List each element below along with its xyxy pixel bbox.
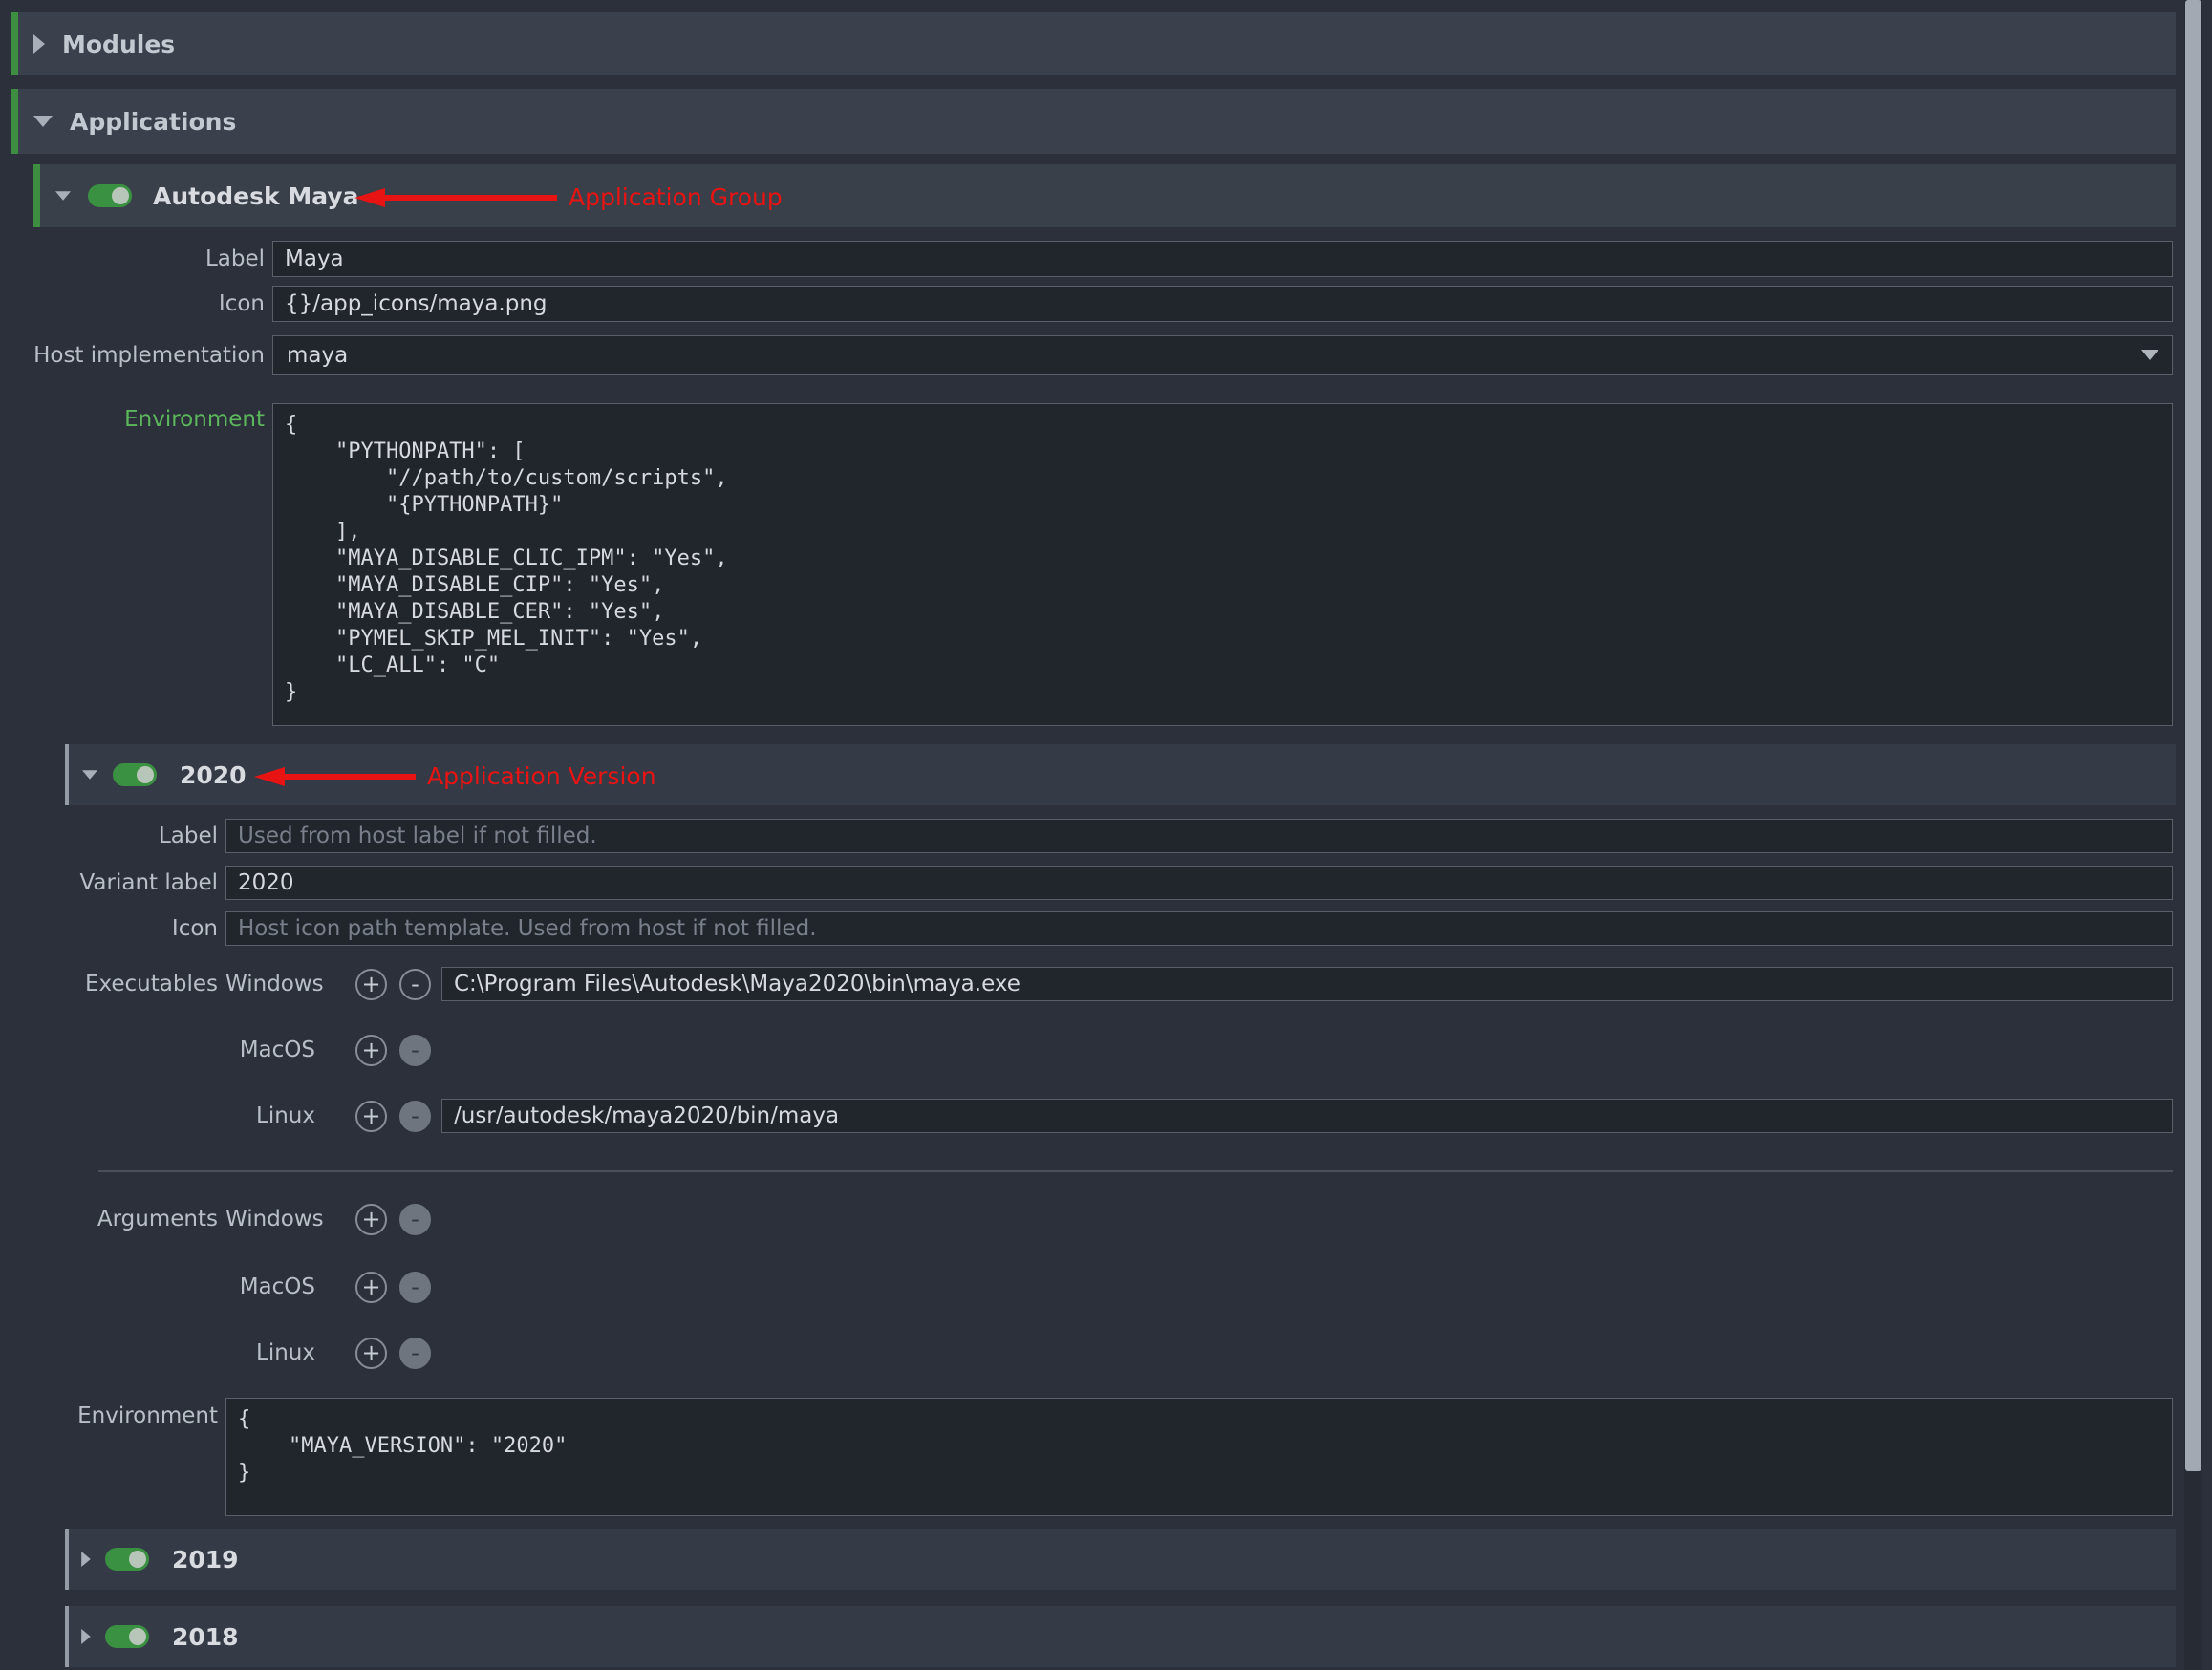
icon-input[interactable] xyxy=(272,286,2173,322)
application-version-2019: 2019 xyxy=(65,1529,2176,1590)
host-implementation-select[interactable]: maya xyxy=(272,335,2173,375)
field-row-label: Label xyxy=(65,819,2176,853)
field-row-variant-label: Variant label xyxy=(65,866,2176,900)
platform-label: MacOS xyxy=(225,1038,321,1062)
executables-linux-row: Linux + - xyxy=(65,1097,2176,1135)
field-label: Label xyxy=(33,246,272,271)
toggle-knob xyxy=(137,766,154,783)
group-title: Autodesk Maya xyxy=(153,182,358,210)
red-arrow-left-icon xyxy=(353,185,557,210)
toggle-knob xyxy=(129,1628,146,1645)
add-item-button[interactable]: + xyxy=(355,1035,387,1066)
field-row-environment: Environment { "MAYA_VERSION": "2020" } xyxy=(65,1398,2176,1516)
toggle-knob xyxy=(129,1551,146,1568)
version-title: 2019 xyxy=(172,1546,239,1574)
version-icon-input[interactable] xyxy=(225,911,2173,946)
label-input[interactable] xyxy=(272,241,2173,277)
field-label: Icon xyxy=(33,291,272,316)
remove-item-button[interactable]: - xyxy=(399,969,431,1000)
application-group-maya: Autodesk Maya Application Group Label Ic… xyxy=(33,164,2176,1667)
remove-item-button[interactable]: - xyxy=(399,1204,431,1235)
field-label: Variant label xyxy=(65,870,225,895)
remove-item-button[interactable]: - xyxy=(399,1272,431,1303)
remove-item-button[interactable]: - xyxy=(399,1338,431,1369)
section-header-applications[interactable]: Applications xyxy=(11,89,2176,154)
chevron-right-icon[interactable] xyxy=(81,1552,91,1567)
arguments-linux-row: Linux + - xyxy=(65,1334,2176,1372)
dropdown-arrow-icon xyxy=(2141,350,2158,360)
annotation-application-group: Application Group xyxy=(353,183,783,211)
field-label: Host implementation xyxy=(33,343,272,368)
version-header-2018[interactable]: 2018 xyxy=(65,1606,2176,1667)
field-label: Icon xyxy=(65,916,225,941)
add-item-button[interactable]: + xyxy=(355,1101,387,1132)
platform-label: MacOS xyxy=(225,1274,321,1299)
field-row-environment: Environment { "PYTHONPATH": [ "//path/to… xyxy=(33,403,2176,726)
settings-page: Modules Applications Autodesk Maya Appli… xyxy=(0,0,2212,1670)
enabled-toggle[interactable] xyxy=(105,1548,149,1571)
selected-value: maya xyxy=(287,343,348,368)
remove-item-button[interactable]: - xyxy=(399,1035,431,1066)
toggle-knob xyxy=(112,187,129,204)
field-row-icon: Icon xyxy=(65,911,2176,946)
arguments-windows-row: Arguments Windows + - xyxy=(65,1200,2176,1238)
version-title: 2020 xyxy=(180,761,247,789)
annotation-application-version: Application Version xyxy=(252,762,656,790)
annotation-text: Application Version xyxy=(427,762,656,790)
version-title: 2018 xyxy=(172,1623,239,1651)
executable-windows-input[interactable] xyxy=(441,967,2173,1001)
add-item-button[interactable]: + xyxy=(355,1272,387,1303)
remove-item-button[interactable]: - xyxy=(399,1101,431,1132)
vertical-scrollbar-thumb[interactable] xyxy=(2185,0,2201,1471)
enabled-toggle[interactable] xyxy=(88,184,132,207)
field-row-icon: Icon xyxy=(33,286,2176,322)
chevron-down-icon[interactable] xyxy=(82,770,97,780)
section-title: Modules xyxy=(62,31,175,58)
add-item-button[interactable]: + xyxy=(355,1204,387,1235)
version-header-2019[interactable]: 2019 xyxy=(65,1529,2176,1590)
field-row-host-implementation: Host implementation maya xyxy=(33,335,2176,375)
version-header-2020[interactable]: 2020 Application Version xyxy=(65,744,2176,805)
platform-label: Linux xyxy=(225,1103,321,1128)
enabled-toggle[interactable] xyxy=(105,1625,149,1648)
annotation-text: Application Group xyxy=(569,183,783,211)
field-row-label: Label xyxy=(33,241,2176,277)
executable-linux-input[interactable] xyxy=(441,1099,2173,1133)
section-header-modules[interactable]: Modules xyxy=(11,12,2176,75)
executables-windows-row: Executables Windows + - xyxy=(65,965,2176,1003)
environment-textarea[interactable]: { "PYTHONPATH": [ "//path/to/custom/scri… xyxy=(272,403,2173,726)
section-divider xyxy=(98,1170,2173,1172)
version-label-input[interactable] xyxy=(225,819,2173,853)
chevron-down-icon[interactable] xyxy=(33,116,53,127)
variant-label-input[interactable] xyxy=(225,866,2173,900)
field-label: Environment xyxy=(65,1398,225,1428)
section-title: Applications xyxy=(70,108,236,136)
platform-label: Windows xyxy=(225,972,321,996)
add-item-button[interactable]: + xyxy=(355,969,387,1000)
version-environment-textarea[interactable]: { "MAYA_VERSION": "2020" } xyxy=(225,1398,2173,1516)
enabled-toggle[interactable] xyxy=(113,763,157,786)
chevron-right-icon[interactable] xyxy=(81,1629,91,1644)
red-arrow-left-icon xyxy=(252,764,416,789)
add-item-button[interactable]: + xyxy=(355,1338,387,1369)
field-label: Arguments xyxy=(65,1207,225,1231)
chevron-down-icon[interactable] xyxy=(55,191,71,201)
executables-macos-row: MacOS + - xyxy=(65,1031,2176,1069)
field-label: Executables xyxy=(65,972,225,996)
vertical-scrollbar-track[interactable] xyxy=(2184,0,2202,1670)
platform-label: Windows xyxy=(225,1207,321,1231)
application-version-2020: 2020 Application Version Label Variant l… xyxy=(65,744,2176,1516)
field-label: Environment xyxy=(33,403,272,432)
group-header-autodesk-maya[interactable]: Autodesk Maya Application Group xyxy=(33,164,2176,227)
field-label: Label xyxy=(65,824,225,848)
application-version-2018: 2018 xyxy=(65,1606,2176,1667)
chevron-right-icon[interactable] xyxy=(33,34,45,54)
arguments-macos-row: MacOS + - xyxy=(65,1268,2176,1306)
platform-label: Linux xyxy=(225,1340,321,1365)
